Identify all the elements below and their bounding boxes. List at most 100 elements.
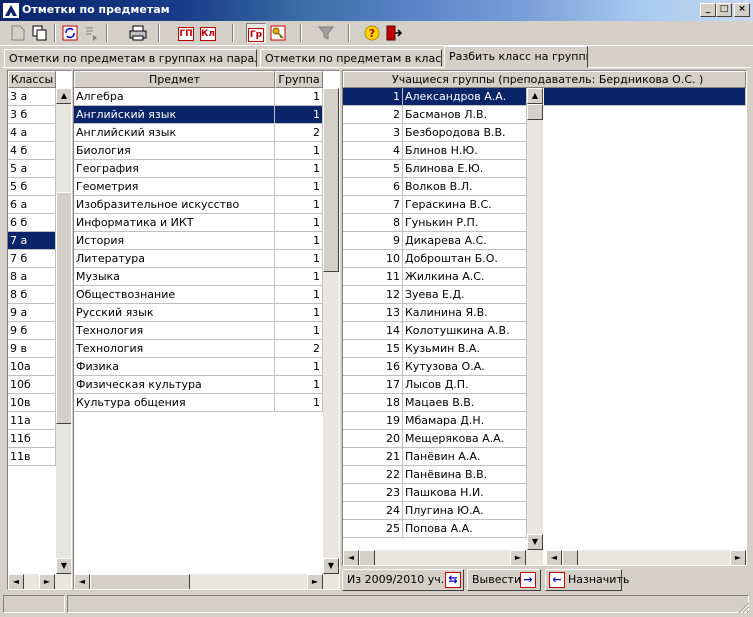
refresh-button[interactable] [60,23,80,43]
student-row[interactable]: 13 Калинина Я.В. [343,304,527,322]
subject-row[interactable]: Технология 2 [74,340,323,358]
classes-horizontal-scrollbar[interactable]: ◄ ► [8,574,71,589]
class-row[interactable]: 3 а [8,88,56,106]
subject-row[interactable]: Английский язык 2 [74,124,323,142]
remove-button[interactable]: Вывести → [467,569,541,591]
class-row[interactable]: 5 б [8,178,56,196]
close-button[interactable]: × [734,3,750,17]
class-row[interactable]: 7 а [8,232,56,250]
class-row[interactable]: 11б [8,430,56,448]
subject-row[interactable]: Русский язык 1 [74,304,323,322]
scroll-left-icon[interactable]: ◄ [343,550,359,565]
scroll-down-icon[interactable]: ▼ [323,558,339,574]
scroll-right-icon[interactable]: ► [39,574,55,589]
student-row[interactable]: 17 Лысов Д.П. [343,376,527,394]
student-row[interactable]: 11 Жилкина А.С. [343,268,527,286]
class-row[interactable]: 4 а [8,124,56,142]
teacher-horizontal-scrollbar[interactable]: ◄ ► [546,550,746,565]
student-row[interactable]: 20 Мещерякова А.А. [343,430,527,448]
kl-button[interactable]: Кл [198,23,218,43]
resize-grip-icon[interactable] [737,601,750,614]
student-row[interactable]: 24 Плугина Ю.А. [343,502,527,520]
student-row[interactable]: 23 Пашкова Н.И. [343,484,527,502]
tab-split-groups[interactable]: Разбить класс на группы [444,46,588,68]
student-row[interactable]: 22 Панёвина В.В. [343,466,527,484]
title-bar[interactable]: Отметки по предметам _ □ × [0,0,753,21]
scroll-thumb[interactable] [90,574,190,589]
class-row[interactable]: 10б [8,376,56,394]
scroll-left-icon[interactable]: ◄ [8,574,24,589]
subject-row[interactable]: Информатика и ИКТ 1 [74,214,323,232]
exit-button[interactable] [384,23,404,43]
class-row[interactable]: 4 б [8,142,56,160]
student-row[interactable]: 5 Блинова Е.Ю. [343,160,527,178]
scroll-thumb[interactable] [323,88,339,272]
filter-button[interactable] [316,23,336,43]
scroll-thumb[interactable] [562,550,578,565]
student-row[interactable]: 14 Колотушкина А.В. [343,322,527,340]
scroll-down-icon[interactable]: ▼ [527,534,543,550]
scroll-right-icon[interactable]: ► [730,550,746,565]
print-button[interactable] [128,23,148,43]
class-row[interactable]: 10в [8,394,56,412]
gr-button[interactable]: Гр [246,23,266,43]
student-row[interactable]: 21 Панёвин А.А. [343,448,527,466]
subject-row[interactable]: Технология 1 [74,322,323,340]
subject-row[interactable]: Изобразительное искусство 1 [74,196,323,214]
student-row[interactable]: 10 Доброштан Б.О. [343,250,527,268]
student-row[interactable]: 8 Гунькин Р.П. [343,214,527,232]
help-button[interactable]: ? [362,23,382,43]
maximize-button[interactable]: □ [716,3,732,17]
subject-row[interactable]: Физическая культура 1 [74,376,323,394]
scroll-thumb[interactable] [359,550,375,565]
scroll-up-icon[interactable]: ▲ [56,88,71,104]
minimize-button[interactable]: _ [700,3,716,17]
student-row[interactable]: 2 Басманов Л.В. [343,106,527,124]
student-row[interactable]: 18 Мацаев В.В. [343,394,527,412]
subject-row[interactable]: Геометрия 1 [74,178,323,196]
key-button[interactable] [268,23,288,43]
subjects-vertical-scrollbar[interactable]: ▼ [323,88,339,574]
subject-row[interactable]: Биология 1 [74,142,323,160]
students-horizontal-scrollbar[interactable]: ◄ ► [343,550,543,565]
class-row[interactable]: 11а [8,412,56,430]
student-row[interactable]: 1 Александров А.А. [343,88,527,106]
scroll-right-icon[interactable]: ► [307,574,323,589]
class-row[interactable]: 9 б [8,322,56,340]
subject-row[interactable]: Обществознание 1 [74,286,323,304]
copy-button[interactable] [30,23,50,43]
class-row[interactable]: 6 а [8,196,56,214]
scroll-left-icon[interactable]: ◄ [546,550,562,565]
subject-row[interactable]: Английский язык 1 [74,106,323,124]
student-row[interactable]: 7 Гераскина В.С. [343,196,527,214]
student-row[interactable]: 19 Мбамара Д.Н. [343,412,527,430]
class-row[interactable]: 3 б [8,106,56,124]
student-row[interactable]: 15 Кузьмин В.А. [343,340,527,358]
student-row[interactable]: 12 Зуева Е.Д. [343,286,527,304]
subject-row[interactable]: Музыка 1 [74,268,323,286]
subjects-horizontal-scrollbar[interactable]: ◄ ► [74,574,339,589]
scroll-left-icon[interactable]: ◄ [74,574,90,589]
tab-groups-parallel[interactable]: Отметки по предметам в группах на паралл… [4,49,257,67]
student-row[interactable]: 25 Попова А.А. [343,520,527,538]
import-from-year-button[interactable]: Из 2009/2010 уч.г. ⇆ [342,569,464,591]
class-row[interactable]: 8 б [8,286,56,304]
subject-row[interactable]: Алгебра 1 [74,88,323,106]
assign-button[interactable]: ← Назначить [545,569,629,591]
subject-row[interactable]: Физика 1 [74,358,323,376]
student-row[interactable]: 6 Волков В.Л. [343,178,527,196]
class-row[interactable]: 8 а [8,268,56,286]
gp-button[interactable]: ГП [176,23,196,43]
scroll-right-icon[interactable]: ► [510,550,526,565]
class-row[interactable]: 6 б [8,214,56,232]
new-document-button[interactable] [8,23,28,43]
scroll-down-icon[interactable]: ▼ [56,558,71,574]
student-row[interactable]: 4 Блинов Н.Ю. [343,142,527,160]
student-row[interactable]: 3 Безбородова В.В. [343,124,527,142]
class-row[interactable]: 10а [8,358,56,376]
class-row[interactable]: 5 а [8,160,56,178]
tab-classes[interactable]: Отметки по предметам в классах [260,49,442,67]
scroll-thumb[interactable] [56,192,71,424]
class-row[interactable]: 7 б [8,250,56,268]
class-row[interactable]: 9 в [8,340,56,358]
